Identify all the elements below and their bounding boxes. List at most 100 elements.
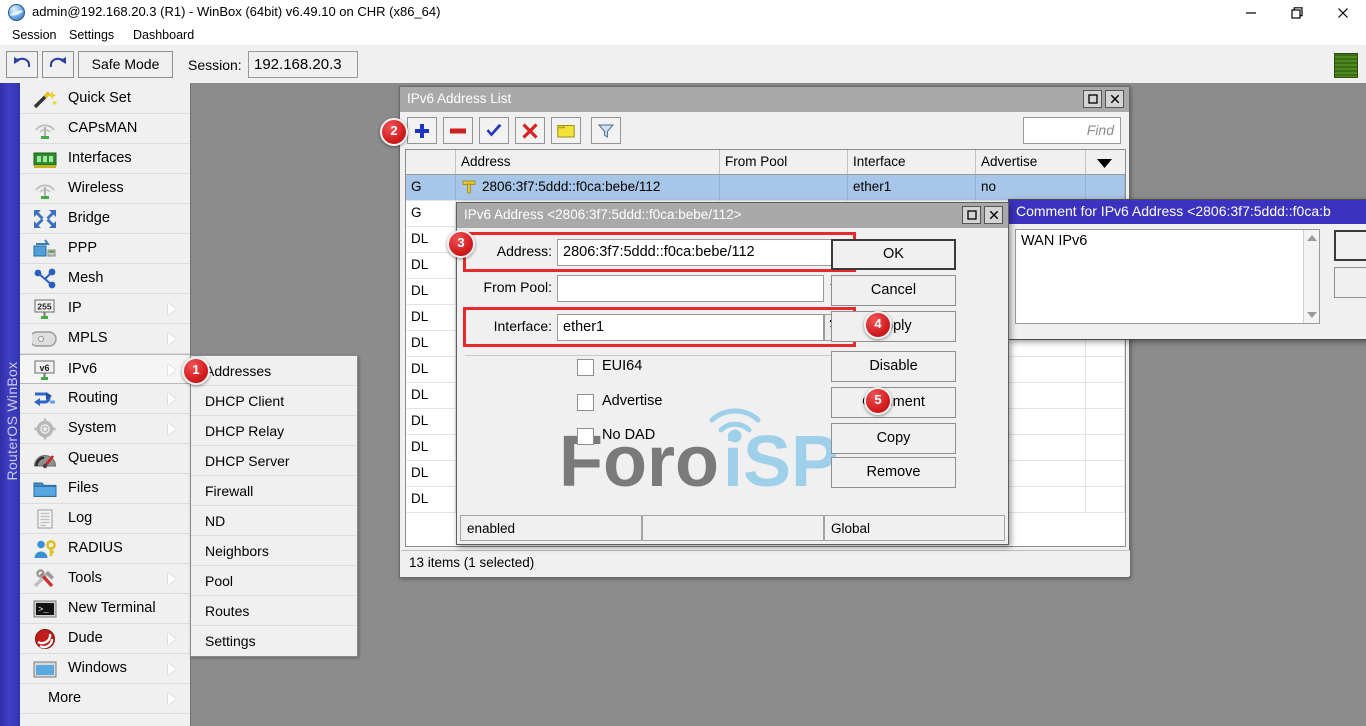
submenu-item-dhcp-relay[interactable]: DHCP Relay — [191, 416, 357, 446]
disable-icon[interactable] — [515, 117, 545, 144]
sidebar-item-interfaces[interactable]: Interfaces — [20, 144, 190, 174]
col-flags[interactable] — [406, 150, 456, 174]
maximize-icon[interactable] — [1083, 90, 1102, 108]
comment-cancel-button[interactable] — [1334, 267, 1366, 298]
search-input[interactable]: Find — [1023, 117, 1121, 144]
sidebar-item-label: MPLS — [68, 330, 108, 346]
submenu-item-dhcp-server[interactable]: DHCP Server — [191, 446, 357, 476]
minimize-icon[interactable] — [1228, 0, 1274, 25]
col-from-pool[interactable]: From Pool — [720, 150, 848, 174]
ok-button[interactable]: OK — [831, 239, 956, 270]
submenu-item-dhcp-client[interactable]: DHCP Client — [191, 386, 357, 416]
menu-settings[interactable]: Settings — [63, 26, 120, 44]
session-value[interactable]: 192.168.20.3 — [248, 51, 358, 78]
comment-text: WAN IPv6 — [1021, 233, 1087, 249]
submenu-item-pool[interactable]: Pool — [191, 566, 357, 596]
sidebar-item-ipv6[interactable]: v6IPv6 — [20, 354, 190, 384]
menu-session[interactable]: Session — [6, 26, 62, 44]
cell-flag: DL — [406, 357, 456, 382]
col-address[interactable]: Address — [456, 150, 720, 174]
submenu-item-label: Routes — [205, 603, 249, 619]
sidebar-item-capsman[interactable]: CAPsMAN — [20, 114, 190, 144]
comment-titlebar[interactable]: Comment for IPv6 Address <2806:3f7:5ddd:… — [1009, 200, 1366, 224]
submenu-item-neighbors[interactable]: Neighbors — [191, 536, 357, 566]
remove-button[interactable]: Remove — [831, 457, 956, 488]
sidebar-item-quick-set[interactable]: Quick Set — [20, 84, 190, 114]
close-icon[interactable] — [984, 206, 1003, 224]
submenu-item-firewall[interactable]: Firewall — [191, 476, 357, 506]
col-interface[interactable]: Interface — [848, 150, 976, 174]
app-titlebar: admin@192.168.20.3 (R1) - WinBox (64bit)… — [0, 0, 1366, 25]
comment-ok-button[interactable] — [1334, 230, 1366, 261]
log-icon — [32, 508, 58, 530]
sidebar-item-more[interactable]: More — [20, 684, 190, 714]
sidebar-item-log[interactable]: Log — [20, 504, 190, 534]
col-menu[interactable] — [1086, 150, 1125, 174]
sidebar-item-mpls[interactable]: MPLS — [20, 324, 190, 354]
submenu-item-settings[interactable]: Settings — [191, 626, 357, 656]
eui64-checkbox[interactable] — [577, 359, 594, 376]
maximize-icon[interactable] — [1274, 0, 1320, 25]
sidebar-item-mesh[interactable]: Mesh — [20, 264, 190, 294]
sidebar-item-ip[interactable]: 255IP — [20, 294, 190, 324]
menu-dashboard[interactable]: Dashboard — [127, 26, 200, 44]
sidebar-item-label: System — [68, 420, 116, 436]
global-address-icon — [462, 180, 476, 194]
queues-gauge-icon — [32, 448, 58, 470]
dialog-titlebar[interactable]: IPv6 Address <2806:3f7:5ddd::f0ca:bebe/1… — [457, 203, 1008, 228]
redo-icon[interactable] — [42, 51, 74, 78]
comment-scrollbar[interactable] — [1303, 230, 1319, 323]
add-icon[interactable] — [407, 117, 437, 144]
step-marker-4: 4 — [864, 311, 892, 339]
copy-button[interactable]: Copy — [831, 423, 956, 454]
comment-textarea[interactable]: WAN IPv6 — [1015, 229, 1320, 324]
bridge-icon — [32, 208, 58, 230]
sidebar-item-files[interactable]: Files — [20, 474, 190, 504]
cancel-button[interactable]: Cancel — [831, 275, 956, 306]
sidebar-item-radius[interactable]: RADIUS — [20, 534, 190, 564]
cell-flag: DL — [406, 253, 456, 278]
safe-mode-button[interactable]: Safe Mode — [78, 51, 173, 78]
disable-button[interactable]: Disable — [831, 351, 956, 382]
apply-button[interactable]: Apply — [831, 311, 956, 342]
cell-interface: ether1 — [848, 175, 976, 200]
comment-icon[interactable] — [551, 117, 581, 144]
scroll-down-icon[interactable] — [1307, 312, 1317, 318]
cell-flag: DL — [406, 331, 456, 356]
comment-button[interactable]: Comment — [831, 387, 956, 418]
col-advertise[interactable]: Advertise — [976, 150, 1086, 174]
sidebar-item-wireless[interactable]: Wireless — [20, 174, 190, 204]
scroll-up-icon[interactable] — [1307, 235, 1317, 241]
from-pool-input[interactable] — [557, 275, 824, 302]
filter-icon[interactable] — [591, 117, 621, 144]
address-list-statusbar: 13 items (1 selected) — [401, 550, 1130, 576]
sidebar-item-system[interactable]: System — [20, 414, 190, 444]
maximize-icon[interactable] — [962, 206, 981, 224]
address-input[interactable]: 2806:3f7:5ddd::f0ca:bebe/112 — [557, 239, 851, 266]
no-dad-checkbox[interactable] — [577, 428, 594, 445]
interface-input[interactable]: ether1 — [557, 314, 824, 341]
submenu-item-nd[interactable]: ND — [191, 506, 357, 536]
sidebar-item-ppp[interactable]: PPP — [20, 234, 190, 264]
sidebar-item-dude[interactable]: Dude — [20, 624, 190, 654]
submenu-item-addresses[interactable]: Addresses — [191, 356, 357, 386]
ppp-icon — [32, 238, 58, 260]
sidebar-item-label: New Terminal — [68, 600, 156, 616]
advertise-checkbox[interactable] — [577, 394, 594, 411]
sidebar-item-bridge[interactable]: Bridge — [20, 204, 190, 234]
submenu-item-routes[interactable]: Routes — [191, 596, 357, 626]
sidebar-item-routing[interactable]: Routing — [20, 384, 190, 414]
close-icon[interactable] — [1320, 0, 1366, 25]
cell-spacer — [1086, 357, 1125, 382]
undo-icon[interactable] — [6, 51, 38, 78]
sidebar-item-windows[interactable]: Windows — [20, 654, 190, 684]
sidebar-item-tools[interactable]: Tools — [20, 564, 190, 594]
remove-icon[interactable] — [443, 117, 473, 144]
table-row[interactable]: G2806:3f7:5ddd::f0ca:bebe/112ether1no — [406, 175, 1125, 201]
enable-icon[interactable] — [479, 117, 509, 144]
sidebar-item-new-terminal[interactable]: >_New Terminal — [20, 594, 190, 624]
close-icon[interactable] — [1105, 90, 1124, 108]
routing-icon — [32, 388, 58, 410]
sidebar-item-queues[interactable]: Queues — [20, 444, 190, 474]
address-list-titlebar[interactable]: IPv6 Address List — [400, 87, 1129, 112]
